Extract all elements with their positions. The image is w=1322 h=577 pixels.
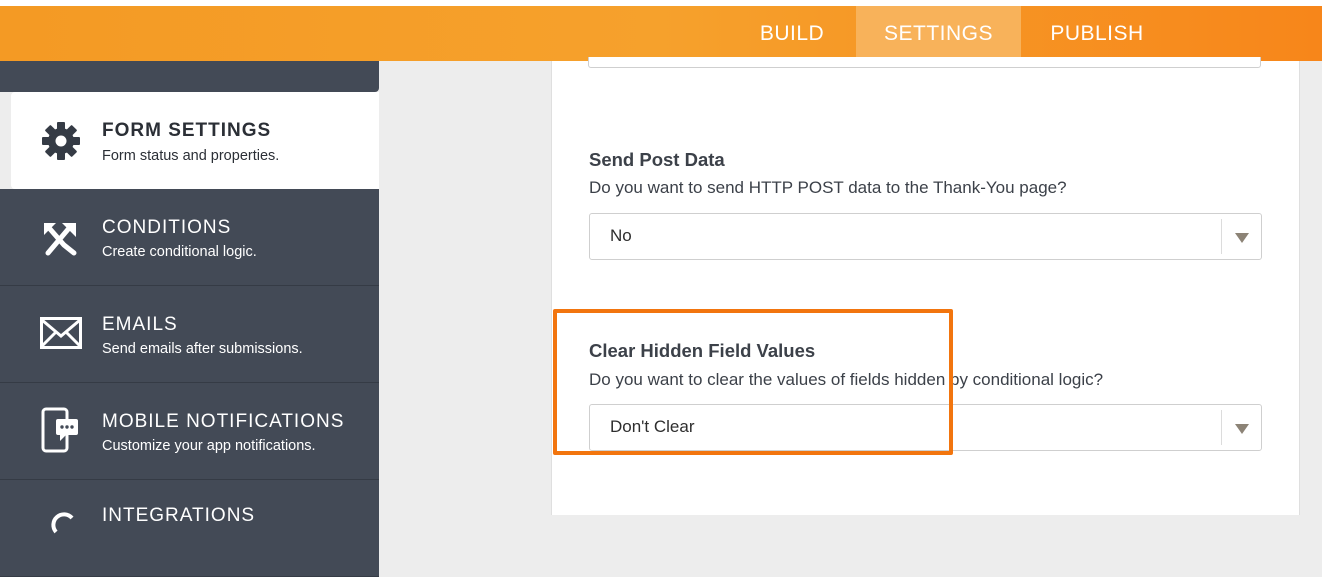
mobile-chat-icon — [40, 407, 82, 453]
conditions-arrows-icon — [40, 215, 82, 261]
sidebar-item-title: EMAILS — [102, 314, 178, 335]
sidebar-item-form-settings[interactable]: FORM SETTINGS Form status and properties… — [11, 92, 379, 189]
sidebar-item-subtitle: Form status and properties. — [102, 148, 280, 164]
sidebar-item-title: CONDITIONS — [102, 217, 232, 238]
tab-settings[interactable]: SETTINGS — [856, 6, 1021, 61]
tab-build[interactable]: BUILD — [728, 6, 856, 61]
select-value: Don't Clear — [610, 417, 695, 436]
sidebar-item-title: MOBILE NOTIFICATIONS — [102, 411, 345, 432]
sidebar-item-title: INTEGRATIONS — [102, 505, 256, 526]
clear-hidden-title: Clear Hidden Field Values — [589, 340, 816, 361]
clear-hidden-description: Do you want to clear the values of field… — [589, 370, 1104, 389]
integrations-icon — [50, 502, 80, 548]
sidebar-item-subtitle: Create conditional logic. — [102, 244, 257, 260]
send-post-data-title: Send Post Data — [589, 149, 725, 170]
sidebar-item-conditions[interactable]: CONDITIONS Create conditional logic. — [0, 189, 379, 286]
clear-hidden-select[interactable]: Don't Clear — [589, 404, 1262, 451]
sidebar-item-mobile-notifications[interactable]: MOBILE NOTIFICATIONS Customize your app … — [0, 383, 379, 480]
select-divider — [1221, 219, 1222, 254]
gear-icon — [40, 118, 82, 164]
settings-panel: Send Post Data Do you want to send HTTP … — [551, 57, 1300, 515]
sidebar-item-emails[interactable]: EMAILS Send emails after submissions. — [0, 286, 379, 383]
tab-publish[interactable]: PUBLISH — [1021, 6, 1173, 61]
select-value: No — [610, 226, 632, 245]
sidebar-item-title: FORM SETTINGS — [102, 120, 272, 141]
top-navigation-bar: BUILD SETTINGS PUBLISH — [0, 6, 1322, 61]
sidebar-item-subtitle: Customize your app notifications. — [102, 438, 316, 454]
settings-sidebar: FORM SETTINGS Form status and properties… — [0, 61, 379, 577]
sidebar-item-partial[interactable] — [0, 61, 379, 92]
chevron-down-icon[interactable] — [1235, 424, 1249, 434]
send-post-data-select[interactable]: No — [589, 213, 1262, 260]
select-divider — [1221, 410, 1222, 445]
sidebar-item-integrations[interactable]: INTEGRATIONS — [0, 480, 379, 577]
sidebar-item-subtitle: Send emails after submissions. — [102, 341, 303, 357]
previous-field-select[interactable] — [588, 57, 1261, 68]
chevron-down-icon[interactable] — [1235, 233, 1249, 243]
send-post-data-description: Do you want to send HTTP POST data to th… — [589, 178, 1067, 197]
envelope-icon — [40, 310, 82, 356]
